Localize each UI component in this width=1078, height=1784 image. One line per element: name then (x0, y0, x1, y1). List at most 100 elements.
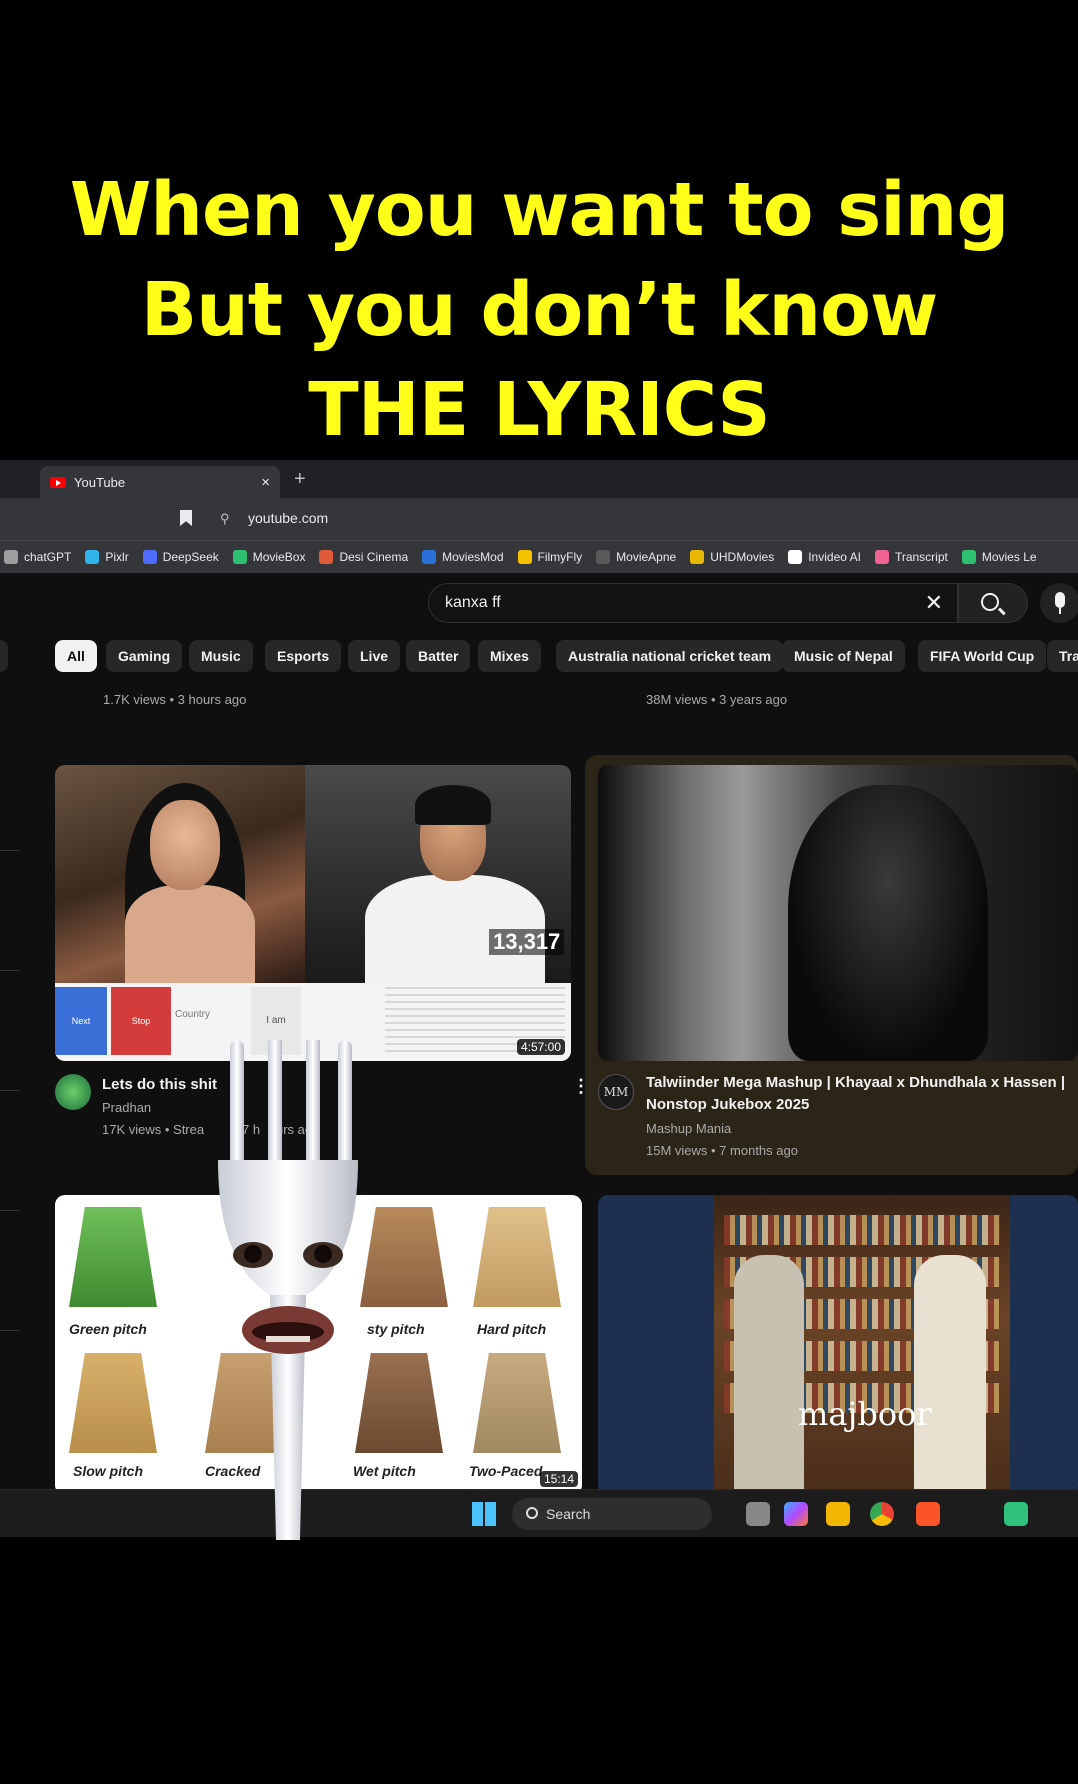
windows-start-icon[interactable] (472, 1502, 496, 1526)
viewer-count: 13,317 (489, 929, 565, 955)
pitch-label: Two-Paced (469, 1463, 543, 1479)
previous-video-meta-left: 1.7K views • 3 hours ago (103, 692, 247, 707)
bookmark-item[interactable]: Movies Le (961, 550, 1037, 564)
bookmark-icon[interactable] (180, 510, 192, 526)
chrome-icon[interactable] (870, 1502, 894, 1526)
channel-avatar[interactable] (55, 1074, 91, 1110)
bookmark-label: MovieApne (616, 550, 677, 564)
pitch-image (69, 1207, 157, 1307)
chip-filter[interactable]: Music of Nepal (782, 640, 905, 672)
caption-line-2: But you don’t know (140, 267, 939, 353)
chip-filter[interactable]: All (55, 640, 97, 672)
chip-filter[interactable]: Tra (1047, 640, 1078, 672)
task-view-icon[interactable] (746, 1502, 770, 1526)
channel-name[interactable]: Mashup Mania (646, 1121, 731, 1136)
meme-caption: When you want to sing But you don’t know… (0, 160, 1078, 460)
bookmark-label: Pixlr (105, 550, 129, 564)
bookmark-item[interactable]: MovieApne (596, 550, 676, 564)
video-thumbnail-1[interactable]: 13,317 Next Stop Country I am 4:57:00 (55, 765, 571, 1061)
windows-taskbar: Search (0, 1489, 1078, 1537)
video-duration: 4:57:00 (516, 1039, 565, 1055)
voice-search-icon[interactable] (1040, 583, 1078, 623)
overlay-country: Country (175, 1009, 211, 1020)
bookmark-favicon-icon (4, 550, 18, 564)
bookmark-favicon-icon (85, 550, 100, 564)
file-explorer-icon[interactable] (826, 1502, 850, 1526)
bookmark-favicon-icon (874, 550, 889, 564)
overlay-stop: Stop (111, 987, 171, 1055)
bookmark-item[interactable]: Invideo AI (788, 550, 861, 564)
video-duration: 15:14 (539, 1471, 578, 1487)
bookmark-item[interactable]: MovieBox (232, 550, 306, 564)
bookmark-item[interactable]: FilmyFly (517, 550, 583, 564)
chip-scroll-edge (0, 640, 8, 672)
taskbar-search[interactable]: Search (512, 1498, 712, 1530)
bookmark-label: chatGPT (24, 550, 72, 564)
search-box[interactable]: kanxa ff ✕ (428, 583, 958, 623)
new-tab-button[interactable]: + (294, 468, 306, 491)
bookmark-item[interactable]: MoviesMod (422, 550, 504, 564)
channel-name[interactable]: Pradhan (102, 1100, 151, 1115)
bookmark-favicon-icon (319, 550, 334, 564)
pitch-label: Hard pitch (477, 1321, 547, 1337)
video-thumbnail-2[interactable] (598, 765, 1078, 1061)
bookmark-favicon-icon (596, 550, 611, 564)
chip-filter[interactable]: Esports (265, 640, 342, 672)
bookmark-label: FilmyFly (537, 550, 583, 564)
bookmark-label: MovieBox (252, 550, 306, 564)
search-button[interactable] (958, 583, 1028, 623)
url-field[interactable]: youtube.com (248, 510, 328, 526)
app-icon[interactable] (1004, 1502, 1028, 1526)
browser-tab-bar: YouTube × + (0, 460, 1078, 498)
bookmark-item[interactable]: Pixlr (85, 550, 129, 564)
bookmark-favicon-icon (517, 550, 532, 564)
previous-video-meta-right: 38M views • 3 years ago (646, 692, 788, 707)
chip-filter[interactable]: Mixes (478, 640, 541, 672)
bookmark-favicon-icon (788, 550, 803, 564)
search-input[interactable]: kanxa ff (445, 594, 501, 612)
chip-filter[interactable]: Music (189, 640, 253, 672)
caption-line-1: When you want to sing (69, 167, 1010, 253)
copilot-icon[interactable] (784, 1502, 808, 1526)
fork-face-sticker (218, 1040, 358, 1540)
overlay-next: Next (55, 987, 107, 1055)
bookmark-item[interactable]: UHDMovies (690, 550, 774, 564)
bookmark-label: UHDMovies (710, 550, 775, 564)
video-thumbnail-4[interactable]: majboor (598, 1195, 1078, 1495)
bookmark-item[interactable]: chatGPT (4, 550, 71, 564)
filter-chips: All Gaming Music Esports Live Batter Mixes Aust… (0, 640, 1078, 676)
bookmark-label: DeepSeek (162, 550, 219, 564)
close-tab-icon[interactable]: × (261, 474, 270, 491)
chip-filter[interactable]: Australia national cricket team (556, 640, 784, 672)
tab-youtube[interactable]: YouTube × (40, 466, 280, 498)
tab-title: YouTube (74, 474, 126, 490)
channel-avatar[interactable]: MM (598, 1074, 634, 1110)
bookmark-item[interactable]: Transcript (874, 550, 948, 564)
chip-filter[interactable]: Live (348, 640, 401, 672)
site-info-icon[interactable]: ⚲ (220, 511, 230, 527)
pitch-label: Slow pitch (73, 1463, 143, 1479)
search-icon (981, 593, 999, 611)
bookmarks-bar: chatGPT Pixlr DeepSeek MovieBox Desi Cinema M… (0, 540, 1078, 573)
bookmark-label: Desi Cinema (339, 550, 409, 564)
search-icon (526, 1507, 538, 1519)
chip-filter[interactable]: FIFA World Cup (918, 640, 1047, 672)
chip-filter[interactable]: Batter (406, 640, 471, 672)
video-title[interactable]: Talwiinder Mega Mashup | Khayaal x Dhund… (646, 1072, 1076, 1116)
video-meta: 15M views • 7 months ago (646, 1143, 798, 1158)
thumbnail-title-text: majboor (798, 1395, 932, 1433)
bookmark-label: Movies Le (981, 550, 1037, 564)
bookmark-label: Invideo AI (808, 550, 861, 564)
bookmark-favicon-icon (422, 550, 437, 564)
clear-search-icon[interactable]: ✕ (925, 590, 943, 616)
address-bar: ⚲ youtube.com (0, 498, 1078, 540)
bookmark-item[interactable]: Desi Cinema (319, 550, 408, 564)
youtube-header: kanxa ff ✕ (0, 573, 1078, 633)
taskbar-search-label: Search (546, 1506, 591, 1522)
bookmark-label: Transcript (894, 550, 948, 564)
bookmark-favicon-icon (690, 550, 705, 564)
brave-icon[interactable] (916, 1502, 940, 1526)
bookmark-item[interactable]: DeepSeek (142, 550, 219, 564)
chip-filter[interactable]: Gaming (106, 640, 183, 672)
bookmark-favicon-icon (142, 550, 157, 564)
